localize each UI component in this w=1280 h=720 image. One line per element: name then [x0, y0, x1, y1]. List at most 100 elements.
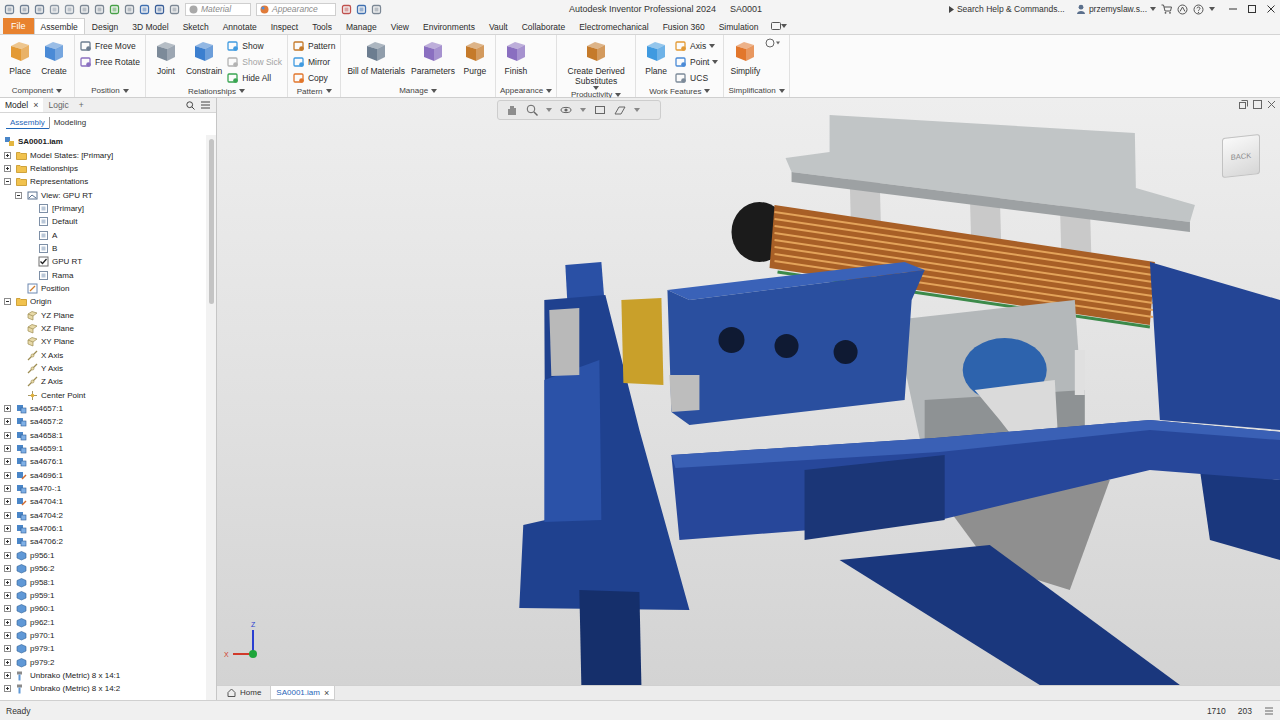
model-render[interactable]: [217, 98, 1280, 685]
ribbon-tab[interactable]: 3D Model: [125, 18, 175, 34]
ribbon-tab[interactable]: Vault: [482, 18, 515, 34]
expand-icon[interactable]: [4, 619, 11, 626]
material-dropdown[interactable]: Material: [185, 3, 251, 16]
minimize-icon[interactable]: [1228, 4, 1238, 14]
tree-item[interactable]: sa4704:2: [0, 509, 206, 522]
graphics-canvas[interactable]: BACKZX: [217, 98, 1280, 685]
quick-access-icon[interactable]: [154, 4, 165, 15]
ribbon-small-button[interactable]: Free Move: [80, 38, 140, 53]
quick-access-icon[interactable]: [341, 4, 352, 15]
search-icon[interactable]: [186, 101, 195, 110]
ribbon-button[interactable]: Place: [5, 38, 35, 76]
quick-access-icon[interactable]: [94, 4, 105, 15]
ribbon-small-button[interactable]: Show: [227, 38, 282, 53]
expand-icon[interactable]: [4, 592, 11, 599]
ribbon-tab[interactable]: Manage: [339, 18, 384, 34]
group-label[interactable]: Simplification: [724, 84, 788, 97]
tree-item[interactable]: p956:1: [0, 549, 206, 562]
ribbon-small-button[interactable]: Point: [675, 54, 718, 69]
quick-access-icon[interactable]: [34, 4, 45, 15]
menu-icon[interactable]: [201, 101, 210, 109]
expand-icon[interactable]: [4, 525, 11, 532]
tree-item[interactable]: [Primary]: [0, 202, 206, 215]
ribbon-button[interactable]: Joint: [151, 38, 181, 76]
tree-item[interactable]: SA0001.iam: [0, 135, 206, 148]
file-button[interactable]: File: [3, 18, 34, 34]
browser-tab[interactable]: Logic: [43, 98, 73, 112]
ribbon-tab[interactable]: Annotate: [216, 18, 264, 34]
viewport-maximize-icon[interactable]: [1253, 100, 1262, 109]
tree-item[interactable]: p970:1: [0, 629, 206, 642]
orbit-icon[interactable]: [560, 104, 572, 116]
expand-icon[interactable]: [4, 405, 11, 412]
group-label[interactable]: Component: [0, 84, 74, 97]
group-label[interactable]: Appearance: [496, 84, 556, 97]
tree-item[interactable]: p962:1: [0, 615, 206, 628]
expand-icon[interactable]: [4, 152, 11, 159]
status-options-icon[interactable]: [1264, 706, 1274, 716]
tree-item[interactable]: sa4676:1: [0, 455, 206, 468]
tree-item[interactable]: p959:1: [0, 589, 206, 602]
add-tab-button[interactable]: +: [74, 98, 89, 112]
tree-item[interactable]: A: [0, 228, 206, 241]
tree-item[interactable]: p958:1: [0, 575, 206, 588]
quick-access-icon[interactable]: [124, 4, 135, 15]
cart-icon[interactable]: [1161, 4, 1172, 14]
autodesk-account-icon[interactable]: [1177, 4, 1188, 15]
expand-icon[interactable]: [4, 605, 11, 612]
ribbon-button[interactable]: Parameters: [410, 38, 456, 76]
tree-item[interactable]: Position: [0, 282, 206, 295]
tree-item[interactable]: sa4704:1: [0, 495, 206, 508]
view-face-icon[interactable]: [594, 104, 606, 116]
tree-item[interactable]: Y Axis: [0, 362, 206, 375]
tree-item[interactable]: sa4696:1: [0, 469, 206, 482]
expand-icon[interactable]: [4, 659, 11, 666]
tree-item[interactable]: p979:2: [0, 655, 206, 668]
quick-access-icon[interactable]: [79, 4, 90, 15]
ribbon-tab[interactable]: Sketch: [176, 18, 216, 34]
ribbon-button[interactable]: Plane: [641, 38, 671, 76]
search-box[interactable]: Search Help & Commands...: [949, 3, 1071, 16]
quick-access-icon[interactable]: [49, 4, 60, 15]
ribbon-tab[interactable]: Assemble: [34, 18, 85, 34]
tree-item[interactable]: sa4658:1: [0, 429, 206, 442]
expand-icon[interactable]: [4, 445, 11, 452]
ribbon-button[interactable]: Bill of Materials: [346, 38, 406, 76]
ribbon-small-button[interactable]: UCS: [675, 70, 718, 85]
close-icon[interactable]: [1266, 4, 1276, 14]
ribbon-tab[interactable]: Collaborate: [515, 18, 572, 34]
ribbon-small-button[interactable]: Pattern: [293, 38, 335, 53]
close-document-button[interactable]: ×: [324, 688, 329, 698]
expand-icon[interactable]: [4, 565, 11, 572]
tree-item[interactable]: Default: [0, 215, 206, 228]
expand-icon[interactable]: [4, 485, 11, 492]
quick-access-icon[interactable]: [169, 4, 180, 15]
expand-icon[interactable]: [4, 512, 11, 519]
ribbon-tab[interactable]: Inspect: [264, 18, 305, 34]
ribbon-button[interactable]: Simplify: [729, 38, 761, 76]
browser-view-tab[interactable]: Assembly: [6, 117, 49, 129]
appearance-dropdown[interactable]: Appearance: [256, 3, 336, 16]
tree-item[interactable]: XZ Plane: [0, 322, 206, 335]
tree-item[interactable]: Model States: [Primary]: [0, 148, 206, 161]
expand-icon[interactable]: [4, 552, 11, 559]
ribbon-small-button[interactable]: Mirror: [293, 54, 335, 69]
ribbon-tab[interactable]: Fusion 360: [656, 18, 712, 34]
help-icon[interactable]: [1193, 4, 1204, 15]
ribbon-small-button[interactable]: Copy: [293, 70, 335, 85]
viewport-restore-icon[interactable]: [1239, 100, 1248, 109]
ribbon-tab[interactable]: Electromechanical: [572, 18, 655, 34]
viewport-close-icon[interactable]: [1267, 100, 1276, 109]
expand-icon[interactable]: [4, 672, 11, 679]
tree-item[interactable]: sa4657:2: [0, 415, 206, 428]
ribbon-button[interactable]: Create: [39, 38, 69, 76]
expand-icon[interactable]: [4, 418, 11, 425]
group-label[interactable]: Position: [75, 84, 145, 97]
tree-item[interactable]: Relationships: [0, 162, 206, 175]
quick-access-icon[interactable]: [139, 4, 150, 15]
tree-item[interactable]: sa4706:1: [0, 522, 206, 535]
look-at-icon[interactable]: [614, 104, 626, 116]
quick-access-icon[interactable]: [371, 4, 382, 15]
browser-tab[interactable]: Model×: [0, 98, 43, 112]
tree-item[interactable]: Center Point: [0, 389, 206, 402]
